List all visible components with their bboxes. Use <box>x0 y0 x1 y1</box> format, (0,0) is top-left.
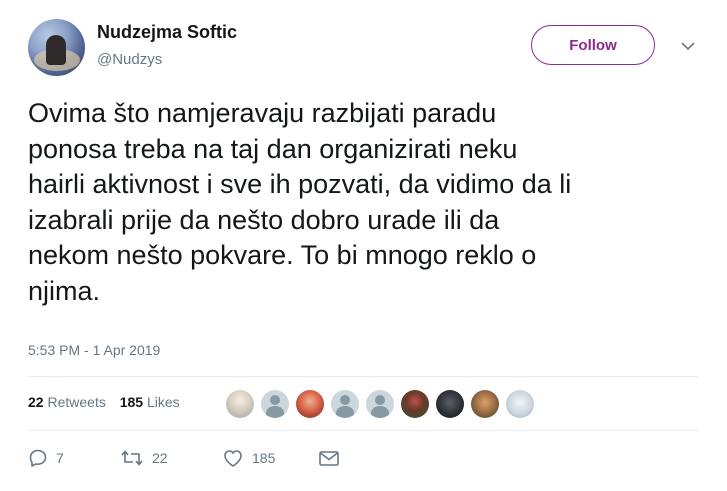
like-button[interactable]: 185 <box>222 448 275 468</box>
tweet-text: Ovima što namjeravaju razbijati paradu p… <box>28 98 572 306</box>
message-button[interactable] <box>318 448 340 468</box>
liker-avatar[interactable] <box>331 390 359 418</box>
liker-avatar[interactable] <box>261 390 289 418</box>
divider <box>28 376 698 377</box>
liker-avatar[interactable] <box>471 390 499 418</box>
likes-stat[interactable]: 185 Likes <box>120 394 180 410</box>
like-count: 185 <box>252 450 276 466</box>
liker-avatar[interactable] <box>401 390 429 418</box>
retweets-label: Retweets <box>47 394 106 410</box>
reply-count: 7 <box>56 450 64 466</box>
user-handle[interactable]: @Nudzys <box>97 51 162 68</box>
liker-avatar[interactable] <box>366 390 394 418</box>
chevron-down-icon[interactable] <box>680 40 696 52</box>
follow-button[interactable]: Follow <box>531 25 655 65</box>
retweet-button[interactable]: 22 <box>120 448 168 468</box>
retweet-count: 22 <box>152 450 168 466</box>
liker-avatar[interactable] <box>296 390 324 418</box>
liker-avatar[interactable] <box>226 390 254 418</box>
like-icon <box>224 450 242 467</box>
liker-avatar[interactable] <box>436 390 464 418</box>
retweet-icon <box>121 450 143 466</box>
likes-count: 185 <box>119 394 144 410</box>
retweets-count: 22 <box>28 394 44 410</box>
tweet-timestamp[interactable]: 5:53 PM - 1 Apr 2019 <box>28 342 160 358</box>
tweet-stats: 22 Retweets 185 Likes <box>28 394 190 410</box>
divider <box>28 430 698 431</box>
user-name[interactable]: Nudzejma Softic <box>97 22 237 43</box>
avatar[interactable] <box>28 19 85 76</box>
retweets-stat[interactable]: 22 Retweets <box>28 394 106 410</box>
likes-label: Likes <box>146 394 180 410</box>
liker-avatar[interactable] <box>506 390 534 418</box>
message-icon <box>319 451 339 466</box>
tweet-card: Nudzejma Softic @Nudzys Follow Ovima što… <box>0 0 727 491</box>
reply-icon <box>29 449 47 467</box>
reply-button[interactable]: 7 <box>28 448 64 468</box>
